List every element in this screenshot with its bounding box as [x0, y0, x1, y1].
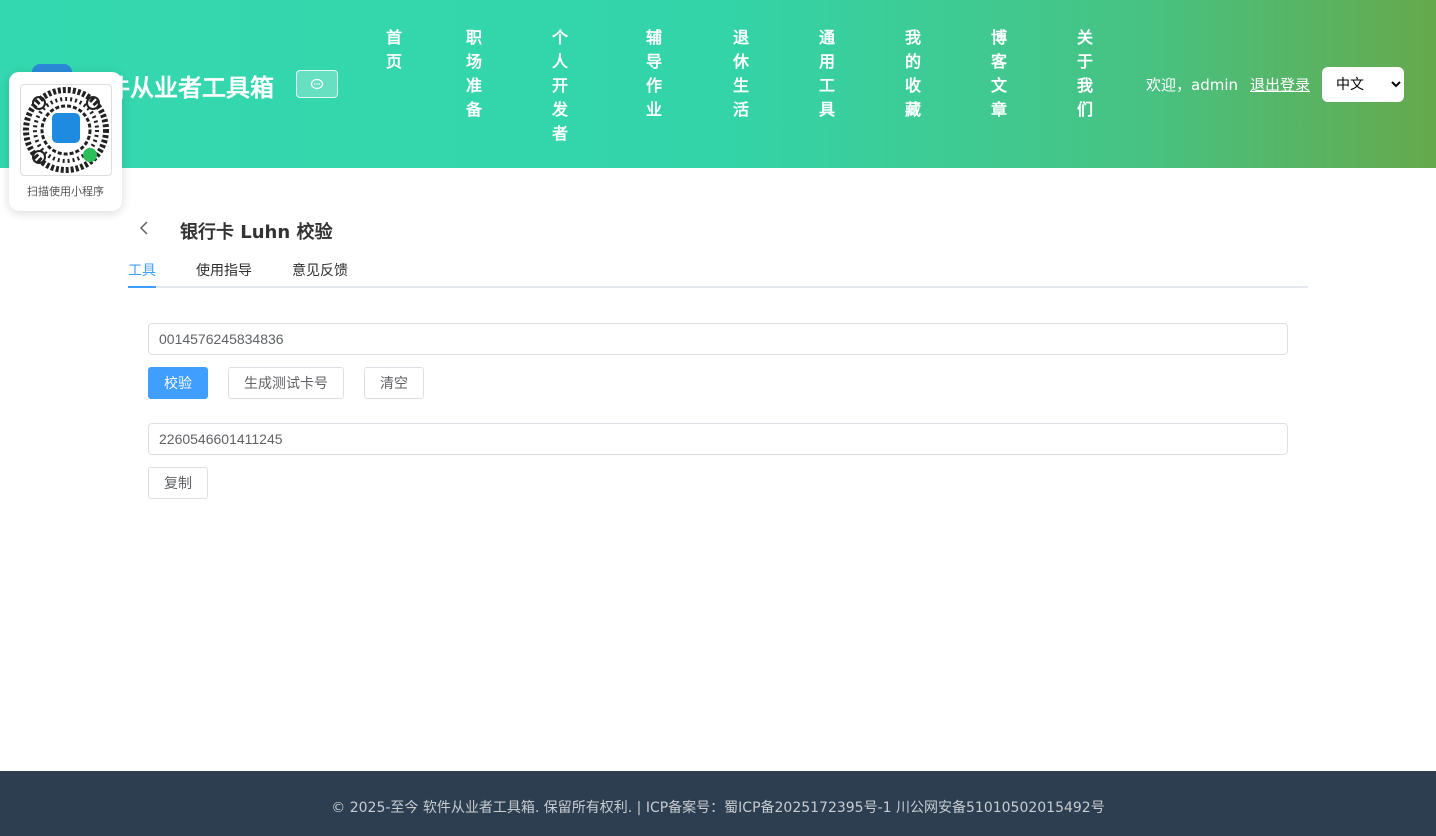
validate-button[interactable]: 校验 — [148, 367, 208, 399]
nav-about[interactable]: 关于我们 — [1076, 26, 1094, 122]
mini-program-card: 扫描使用小程序 — [9, 72, 122, 211]
nav-blog[interactable]: 博客文章 — [990, 26, 1008, 122]
generate-card-button[interactable]: 生成测试卡号 — [228, 367, 344, 399]
language-select[interactable]: 中文 — [1322, 67, 1404, 102]
card-number-input[interactable] — [148, 323, 1288, 355]
clear-button[interactable]: 清空 — [364, 367, 424, 399]
nav-homework[interactable]: 辅导作业 — [645, 26, 663, 122]
nav-career-prep[interactable]: 职场准备 — [465, 26, 483, 122]
tab-guide[interactable]: 使用指导 — [196, 260, 252, 288]
nav-general-tools[interactable]: 通用工具 — [818, 26, 836, 122]
nav-favorites[interactable]: 我的收藏 — [904, 26, 922, 122]
tab-feedback[interactable]: 意见反馈 — [292, 260, 348, 288]
page-title: 银行卡 Luhn 校验 — [180, 222, 333, 243]
footer: © 2025-至今 软件从业者工具箱. 保留所有权利. | ICP备案号：蜀IC… — [0, 771, 1436, 836]
nav-indie-dev[interactable]: 个人开发者 — [551, 26, 569, 146]
footer-text: © 2025-至今 软件从业者工具箱. 保留所有权利. | ICP备案号：蜀IC… — [331, 800, 1105, 816]
logout-link[interactable]: 退出登录 — [1250, 74, 1310, 95]
nav-retirement[interactable]: 退休生活 — [732, 26, 750, 122]
site-title: 件从业者工具箱 — [106, 74, 274, 102]
qr-code — [20, 84, 112, 176]
chat-icon — [310, 78, 324, 90]
mini-program-label: 扫描使用小程序 — [27, 185, 104, 198]
welcome-text: 欢迎，admin — [1146, 76, 1238, 94]
header: 件从业者工具箱 首页 职场准备 个人开发者 辅导作业 退休生活 通用工具 我的收… — [0, 0, 1436, 168]
back-icon[interactable] — [134, 218, 154, 238]
chat-button[interactable] — [296, 70, 338, 98]
result-input[interactable] — [148, 423, 1288, 455]
nav-home[interactable]: 首页 — [385, 26, 403, 74]
tab-bar: 工具 使用指导 意见反馈 — [128, 258, 1308, 288]
tab-tool[interactable]: 工具 — [128, 260, 156, 288]
copy-button[interactable]: 复制 — [148, 467, 208, 499]
